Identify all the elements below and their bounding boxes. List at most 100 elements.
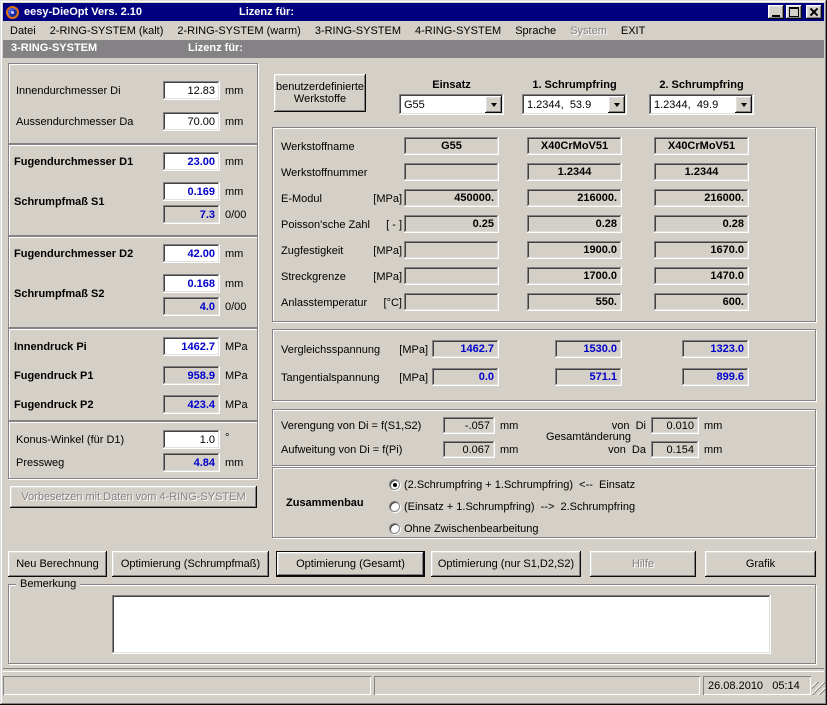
label-von-di: von Di <box>604 420 646 432</box>
menu-datei[interactable]: Datei <box>3 23 43 39</box>
label-zusammenbau: Zusammenbau <box>286 497 364 509</box>
tangentialspannung-ring2: 899.6 <box>682 368 749 386</box>
pi-field[interactable]: 1462.7 <box>163 337 220 356</box>
close-button[interactable] <box>806 5 822 19</box>
grafik-button[interactable]: Grafik <box>705 551 816 577</box>
einsatz-material-select[interactable]: G55 <box>399 94 504 115</box>
einsatz-select-dropdown-button[interactable] <box>485 96 502 113</box>
emodul-ring1: 216000. <box>527 189 622 207</box>
ring1-select-dropdown-button[interactable] <box>608 96 625 113</box>
unit-pressweg: mm <box>225 457 243 469</box>
zugfestigkeit-ring1: 1900.0 <box>527 241 622 259</box>
title-bar[interactable]: eesy-DieOpt Vers. 2.10 Lizenz für: <box>3 3 824 21</box>
ring1-material-select[interactable]: 1.2344, 53.9 <box>522 94 627 115</box>
minimize-button[interactable] <box>768 5 784 19</box>
optimierung-s1d2s2-button[interactable]: Optimierung (nur S1,D2,S2) <box>431 551 581 577</box>
werkstoffnummer-einsatz <box>404 163 499 181</box>
pressweg-field: 4.84 <box>163 453 220 472</box>
unit-pi: MPa <box>225 341 248 353</box>
menu-exit[interactable]: EXIT <box>614 23 652 39</box>
label-werkstoffname: Werkstoffname <box>281 141 355 153</box>
ring2-material-select[interactable]: 1.2344, 49.9 <box>649 94 754 115</box>
statusbar-divider <box>3 668 824 672</box>
ring2-select-dropdown-button[interactable] <box>735 96 752 113</box>
bemerkung-textarea[interactable] <box>112 595 771 654</box>
optimierung-gesamt-button[interactable]: Optimierung (Gesamt) <box>276 551 425 577</box>
da-field[interactable]: 70.00 <box>163 112 220 131</box>
menu-2ring-kalt[interactable]: 2-RING-SYSTEM (kalt) <box>43 23 171 39</box>
menu-4ring[interactable]: 4-RING-SYSTEM <box>408 23 508 39</box>
statusbar-panel-2 <box>374 676 700 695</box>
group-diameters <box>8 63 258 144</box>
werkstoffname-ring2: X40CrMoV51 <box>654 137 749 155</box>
label-da: Aussendurchmesser Da <box>16 116 133 128</box>
window-title: eesy-DieOpt Vers. 2.10 <box>24 6 142 18</box>
streckgrenze-ring2: 1470.0 <box>654 267 749 285</box>
app-window: eesy-DieOpt Vers. 2.10 Lizenz für: Datei… <box>0 0 827 705</box>
user-materials-button[interactable]: benutzerdefinierte Werkstoffe <box>274 74 366 112</box>
unit-aufweitung: mm <box>500 444 518 456</box>
poisson-ring1: 0.28 <box>527 215 622 233</box>
unit-s2-promille: 0/00 <box>225 301 246 313</box>
hilfe-button: Hilfe <box>590 551 696 577</box>
label-emodul: E-Modul <box>281 193 322 205</box>
poisson-ring2: 0.28 <box>654 215 749 233</box>
minimize-icon <box>772 15 780 17</box>
menu-3ring[interactable]: 3-RING-SYSTEM <box>308 23 408 39</box>
app-icon[interactable] <box>6 6 19 19</box>
unit-poisson: [ - ] <box>330 219 402 231</box>
vergleichsspannung-ring2: 1323.0 <box>682 340 749 358</box>
assembly-option2-label[interactable]: (Einsatz + 1.Schrumpfring) --> 2.Schrump… <box>404 501 635 513</box>
optimierung-schrumpfmass-button[interactable]: Optimierung (Schrumpfmaß) <box>112 551 269 577</box>
group-deformation <box>272 409 816 466</box>
zugfestigkeit-einsatz <box>404 241 499 259</box>
vergleichsspannung-einsatz: 1462.7 <box>432 340 499 358</box>
p1-field: 958.9 <box>163 366 220 385</box>
assembly-option3-radio[interactable] <box>389 523 400 534</box>
di-field[interactable]: 12.83 <box>163 81 220 100</box>
assembly-option1-radio[interactable] <box>389 479 400 490</box>
label-s2: Schrumpfmaß S2 <box>14 288 104 300</box>
menu-sprache[interactable]: Sprache <box>508 23 563 39</box>
von-di-field: 0.010 <box>651 417 699 434</box>
titlebar-license-label: Lizenz für: <box>239 6 294 18</box>
werkstoffname-einsatz: G55 <box>404 137 499 155</box>
chevron-down-icon <box>491 103 497 107</box>
werkstoffname-ring1: X40CrMoV51 <box>527 137 622 155</box>
werkstoffnummer-ring1: 1.2344 <box>527 163 622 181</box>
streckgrenze-einsatz <box>404 267 499 285</box>
neu-berechnung-button[interactable]: Neu Berechnung <box>8 551 107 577</box>
unit-p2: MPa <box>225 399 248 411</box>
label-von-da: von Da <box>604 444 646 456</box>
assembly-option1-label[interactable]: (2.Schrumpfring + 1.Schrumpfring) <-- Ei… <box>404 479 635 491</box>
label-werkstoffnummer: Werkstoffnummer <box>281 167 367 179</box>
menu-2ring-warm[interactable]: 2-RING-SYSTEM (warm) <box>170 23 307 39</box>
label-s1: Schrumpfmaß S1 <box>14 196 104 208</box>
maximize-button[interactable] <box>786 5 802 19</box>
unit-konus: ° <box>225 432 229 444</box>
unit-zugfestigkeit: [MPa] <box>330 245 402 257</box>
unit-vergleichsspannung: [MPa] <box>390 344 428 356</box>
poisson-einsatz: 0.25 <box>404 215 499 233</box>
tangentialspannung-einsatz: 0.0 <box>432 368 499 386</box>
resize-grip[interactable] <box>812 682 825 695</box>
unit-tangentialspannung: [MPa] <box>390 372 428 384</box>
konus-field[interactable]: 1.0 <box>163 430 220 449</box>
von-da-field: 0.154 <box>651 441 699 458</box>
column-header-ring1: 1. Schrumpfring <box>522 79 627 91</box>
d2-field[interactable]: 42.00 <box>163 244 220 263</box>
d1-field[interactable]: 23.00 <box>163 152 220 171</box>
anlasstemperatur-ring1: 550. <box>527 293 622 311</box>
assembly-option3-label[interactable]: Ohne Zwischenbearbeitung <box>404 523 539 535</box>
label-d1: Fugendurchmesser D1 <box>14 156 133 168</box>
label-bemerkung: Bemerkung <box>16 578 80 590</box>
s1-field[interactable]: 0.169 <box>163 182 220 201</box>
s2-field[interactable]: 0.168 <box>163 274 220 293</box>
close-icon <box>810 8 818 16</box>
aufweitung-field: 0.067 <box>443 441 495 458</box>
label-p2: Fugendruck P2 <box>14 399 93 411</box>
assembly-option2-radio[interactable] <box>389 501 400 512</box>
unit-d2: mm <box>225 248 243 260</box>
unit-von-da: mm <box>704 444 722 456</box>
label-p1: Fugendruck P1 <box>14 370 93 382</box>
